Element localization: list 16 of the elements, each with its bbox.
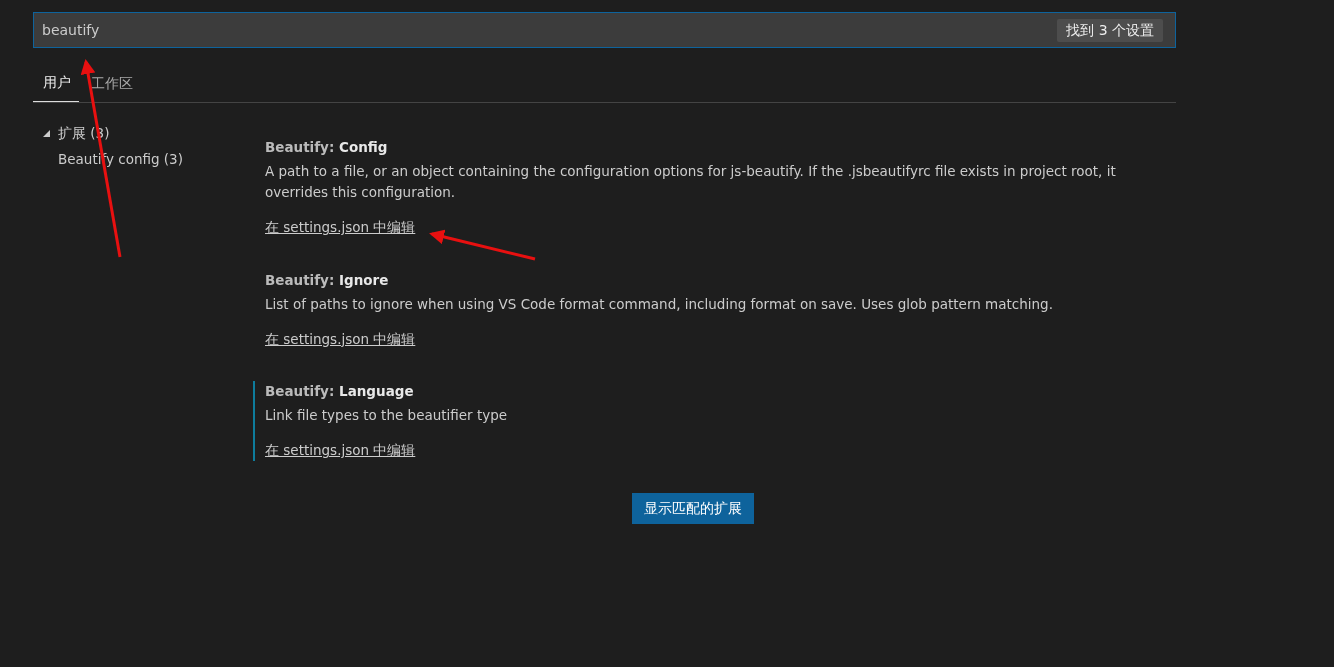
setting-title: Beautify: Ignore (265, 270, 390, 290)
edit-in-settings-json-link[interactable]: 在 settings.json 中编辑 (265, 440, 416, 461)
result-count: 找到 3 个设置 (1057, 18, 1163, 42)
setting-title: Beautify: Language (265, 382, 415, 401)
expand-icon[interactable] (43, 129, 50, 137)
tab[interactable]: 工作区 (89, 68, 135, 102)
edit-in-settings-json-link[interactable]: 在 settings.json 中编辑 (265, 328, 416, 349)
edit-in-settings-json-link[interactable]: 在 settings.json 中编辑 (265, 217, 416, 238)
setting-description: List of paths to ignore when using VS Code format command, including format on save. Uses glob pattern matching. (265, 294, 1054, 314)
search-field[interactable]: beautify 找到 3 个设置 (33, 12, 1176, 48)
tab[interactable]: 用户 (33, 68, 79, 102)
setting-title: Beautify: Config (265, 138, 389, 157)
setting-description: Link file types to the beautifier type (265, 406, 509, 426)
search-input[interactable]: beautify (40, 18, 1058, 42)
setting-description: A path to a file, or an object containing the configuration options for js-beautify. If the .jsbeautifyrc file exists in project root, it overrides this configuration. (265, 162, 1117, 203)
show-matching-extensions-button[interactable]: 显示匹配的扩展 (632, 492, 754, 524)
